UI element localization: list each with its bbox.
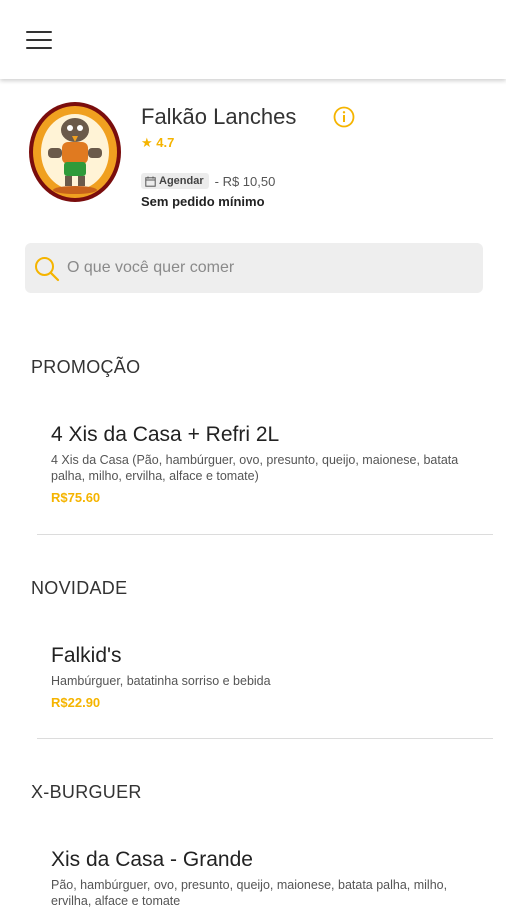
rating-value: 4.7: [156, 135, 175, 150]
delivery-info-row: Agendar - R$ 10,50: [141, 173, 275, 189]
top-app-bar: [0, 0, 506, 79]
category-heading-x-burguer: X-BURGUER: [31, 782, 142, 802]
delivery-fee: - R$ 10,50: [214, 173, 276, 189]
item-price: R$75.60: [51, 490, 101, 505]
search-icon: [35, 257, 60, 282]
item-description: Hambúrguer, batatinha sorriso e bebida: [51, 674, 271, 688]
star-icon: ★: [141, 135, 153, 150]
divider: [37, 738, 493, 739]
calendar-icon: [145, 176, 156, 187]
store-name: Falkão Lanches: [141, 104, 297, 129]
search-bar: [25, 243, 483, 293]
item-price: R$22.90: [51, 695, 101, 710]
store-rating: ★ 4.7: [141, 135, 174, 151]
category-heading-novidade: NOVIDADE: [31, 578, 128, 598]
divider: [37, 534, 493, 535]
item-title: Falkid's: [51, 644, 122, 667]
search-input[interactable]: [65, 243, 477, 293]
schedule-label: Agendar: [159, 175, 204, 187]
menu-item[interactable]: 4 Xis da Casa + Refri 2L 4 Xis da Casa (…: [51, 423, 481, 505]
item-description: 4 Xis da Casa (Pão, hambúrguer, ovo, pre…: [51, 453, 459, 483]
schedule-badge[interactable]: Agendar: [141, 173, 209, 189]
info-icon[interactable]: [333, 106, 355, 128]
item-title: Xis da Casa - Grande: [51, 848, 253, 871]
hamburger-menu-icon[interactable]: [26, 29, 54, 51]
menu-item[interactable]: Falkid's Hambúrguer, batatinha sorriso e…: [51, 644, 481, 710]
category-heading-promocao: PROMOÇÃO: [31, 357, 141, 377]
min-order-text: Sem pedido mínimo: [141, 194, 265, 209]
store-logo: [26, 100, 124, 204]
item-description: Pão, hambúrguer, ovo, presunto, queijo, …: [51, 878, 448, 908]
item-title: 4 Xis da Casa + Refri 2L: [51, 423, 280, 446]
